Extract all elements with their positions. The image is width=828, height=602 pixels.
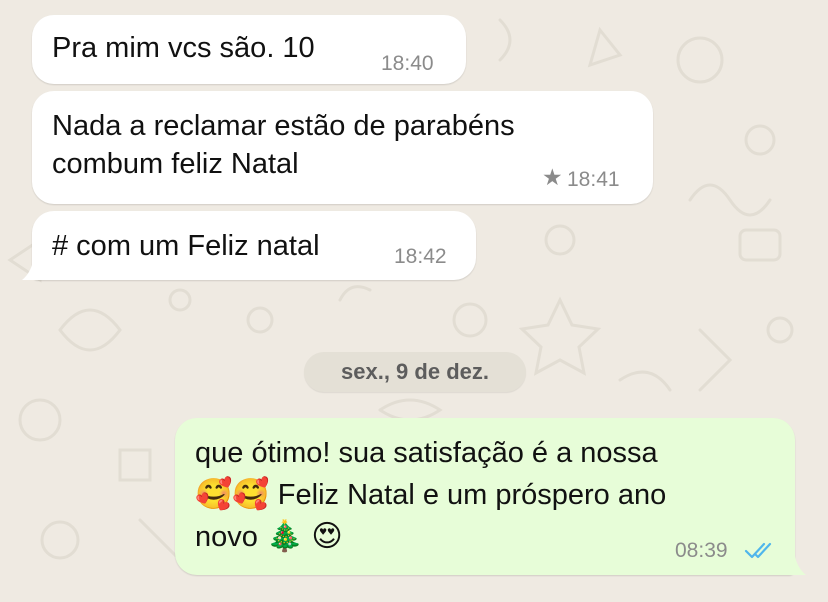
message-text-line-3: novo 🎄 😍 [195, 518, 343, 556]
message-time: 18:42 [394, 245, 447, 268]
message-text-line-1: Nada a reclamar estão de parabéns [52, 110, 515, 142]
message-text: Pra mim vcs são. 10 [52, 32, 315, 64]
message-bubble-incoming-1[interactable]: Pra mim vcs são. 10 18:40 [32, 15, 466, 84]
star-icon: ★ [542, 165, 563, 191]
christmas-tree-emoji: 🎄 [265, 519, 304, 554]
bubble-tail-incoming [22, 256, 46, 280]
message-bubble-incoming-2[interactable]: Nada a reclamar estão de parabéns combum… [32, 91, 653, 204]
smiling-hearts-emoji: 🥰🥰 [195, 477, 270, 512]
message-time: 08:39 [675, 539, 728, 562]
double-check-read-icon [744, 542, 772, 559]
heart-eyes-emoji: 😍 [311, 519, 343, 554]
message-bubble-outgoing[interactable]: que ótimo! sua satisfação é a nossa 🥰🥰 F… [175, 418, 795, 575]
message-time: 18:41 [567, 168, 620, 191]
message-text-line-1: que ótimo! sua satisfação é a nossa [195, 437, 658, 469]
message-text-line-2: 🥰🥰 Feliz Natal e um próspero ano [195, 476, 666, 514]
message-text-line-2-text: Feliz Natal e um próspero ano [277, 479, 667, 511]
date-separator: sex., 9 de dez. [304, 352, 526, 392]
message-time: 18:40 [381, 52, 434, 75]
message-text: # com um Feliz natal [52, 230, 320, 262]
message-text-line-2: combum feliz Natal [52, 148, 299, 180]
message-bubble-incoming-3[interactable]: # com um Feliz natal 18:42 [32, 211, 476, 280]
bubble-tail-outgoing [782, 551, 806, 575]
message-text-line-3-text: novo [195, 521, 258, 553]
